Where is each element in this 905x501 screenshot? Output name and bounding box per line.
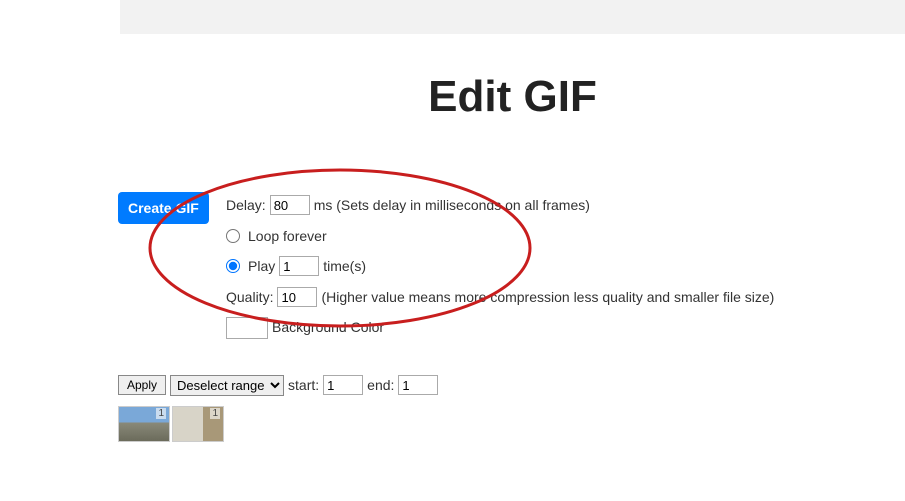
range-end-label: end: <box>367 377 394 393</box>
range-start-label: start: <box>288 377 319 393</box>
loop-forever-label: Loop forever <box>248 223 327 250</box>
frame-thumbnail[interactable]: 1 <box>118 406 170 442</box>
quality-row: Quality: (Higher value means more compre… <box>226 284 905 311</box>
content-area: Create GIF Delay: ms (Sets delay in mill… <box>118 192 905 442</box>
range-row: Apply Deselect range start: end: <box>118 375 905 396</box>
top-bar <box>120 0 905 34</box>
loop-play-suffix: time(s) <box>323 253 366 280</box>
delay-hint: ms (Sets delay in milliseconds on all fr… <box>314 192 590 219</box>
range-start-input[interactable] <box>323 375 363 395</box>
frame-number: 1 <box>210 408 220 419</box>
frame-thumbnail[interactable]: 1 <box>172 406 224 442</box>
create-gif-button[interactable]: Create GIF <box>118 192 209 224</box>
loop-play-row: Play time(s) <box>226 253 905 280</box>
bgcolor-row: Background Color <box>226 314 905 341</box>
apply-button[interactable]: Apply <box>118 375 166 395</box>
range-end-input[interactable] <box>398 375 438 395</box>
quality-input[interactable] <box>277 287 317 307</box>
bgcolor-swatch[interactable] <box>226 317 268 339</box>
range-select[interactable]: Deselect range <box>170 375 284 396</box>
frame-number: 1 <box>156 408 166 419</box>
delay-input[interactable] <box>270 195 310 215</box>
loop-play-prefix: Play <box>248 253 275 280</box>
quality-label: Quality: <box>226 284 273 311</box>
thumbnails: 1 1 <box>118 406 905 442</box>
settings-panel: Delay: ms (Sets delay in milliseconds on… <box>226 192 905 341</box>
bgcolor-label: Background Color <box>272 314 384 341</box>
page-title: Edit GIF <box>0 72 905 122</box>
loop-forever-radio[interactable] <box>226 229 240 243</box>
delay-label: Delay: <box>226 192 266 219</box>
delay-row: Delay: ms (Sets delay in milliseconds on… <box>226 192 905 219</box>
loop-play-input[interactable] <box>279 256 319 276</box>
loop-play-radio[interactable] <box>226 259 240 273</box>
loop-forever-row: Loop forever <box>226 223 905 250</box>
quality-hint: (Higher value means more compression les… <box>321 284 774 311</box>
